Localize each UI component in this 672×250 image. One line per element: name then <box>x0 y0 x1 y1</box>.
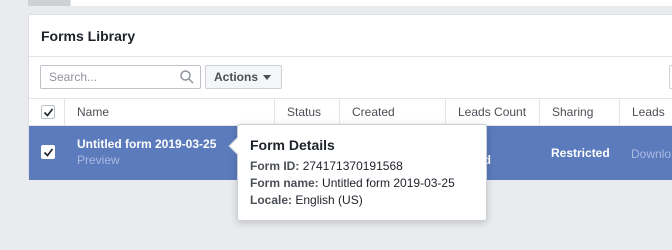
form-name-label: Form name: <box>250 176 319 190</box>
locale-line: Locale: English (US) <box>250 192 474 209</box>
panel-header: Forms Library <box>29 15 672 57</box>
toolbar: Actions <box>29 57 672 97</box>
form-id-label: Form ID: <box>250 159 300 173</box>
row-checkbox[interactable] <box>41 145 55 159</box>
search-input[interactable] <box>41 66 171 88</box>
search-icon[interactable] <box>180 70 194 84</box>
search-box[interactable] <box>40 65 201 89</box>
locale-value: English (US) <box>295 193 363 207</box>
top-tab[interactable] <box>28 0 70 6</box>
column-header-leads-count[interactable]: Leads Count <box>445 99 539 126</box>
sharing-status: Restricted <box>551 146 610 160</box>
form-id-value: 274171370191568 <box>302 159 403 173</box>
check-icon <box>43 108 54 117</box>
top-strip <box>70 0 672 6</box>
tooltip-title: Form Details <box>250 137 335 153</box>
select-all-checkbox[interactable] <box>41 105 55 119</box>
chevron-down-icon <box>263 74 272 80</box>
column-header-status[interactable]: Status <box>274 99 339 126</box>
table-header: Name Status Created Leads Count Sharing … <box>29 98 672 126</box>
column-header-name[interactable]: Name <box>64 99 274 126</box>
form-name-line: Form name: Untitled form 2019-03-25 <box>250 175 474 192</box>
panel-title: Forms Library <box>41 27 136 44</box>
form-name[interactable]: Untitled form 2019-03-25 <box>77 137 216 151</box>
actions-dropdown-button[interactable]: Actions <box>205 65 282 89</box>
column-header-created[interactable]: Created <box>339 99 445 126</box>
form-details-tooltip: Form Details Form ID: 274171370191568 Fo… <box>228 124 487 221</box>
column-header-leads[interactable]: Leads <box>619 99 672 126</box>
check-icon <box>43 148 54 157</box>
form-name-value: Untitled form 2019-03-25 <box>322 176 455 190</box>
download-link[interactable]: Downlo <box>631 147 671 161</box>
form-id-line: Form ID: 274171370191568 <box>250 158 474 175</box>
preview-link[interactable]: Preview <box>77 153 120 167</box>
column-header-sharing[interactable]: Sharing <box>539 99 619 126</box>
locale-label: Locale: <box>250 193 293 207</box>
actions-label: Actions <box>214 70 259 84</box>
